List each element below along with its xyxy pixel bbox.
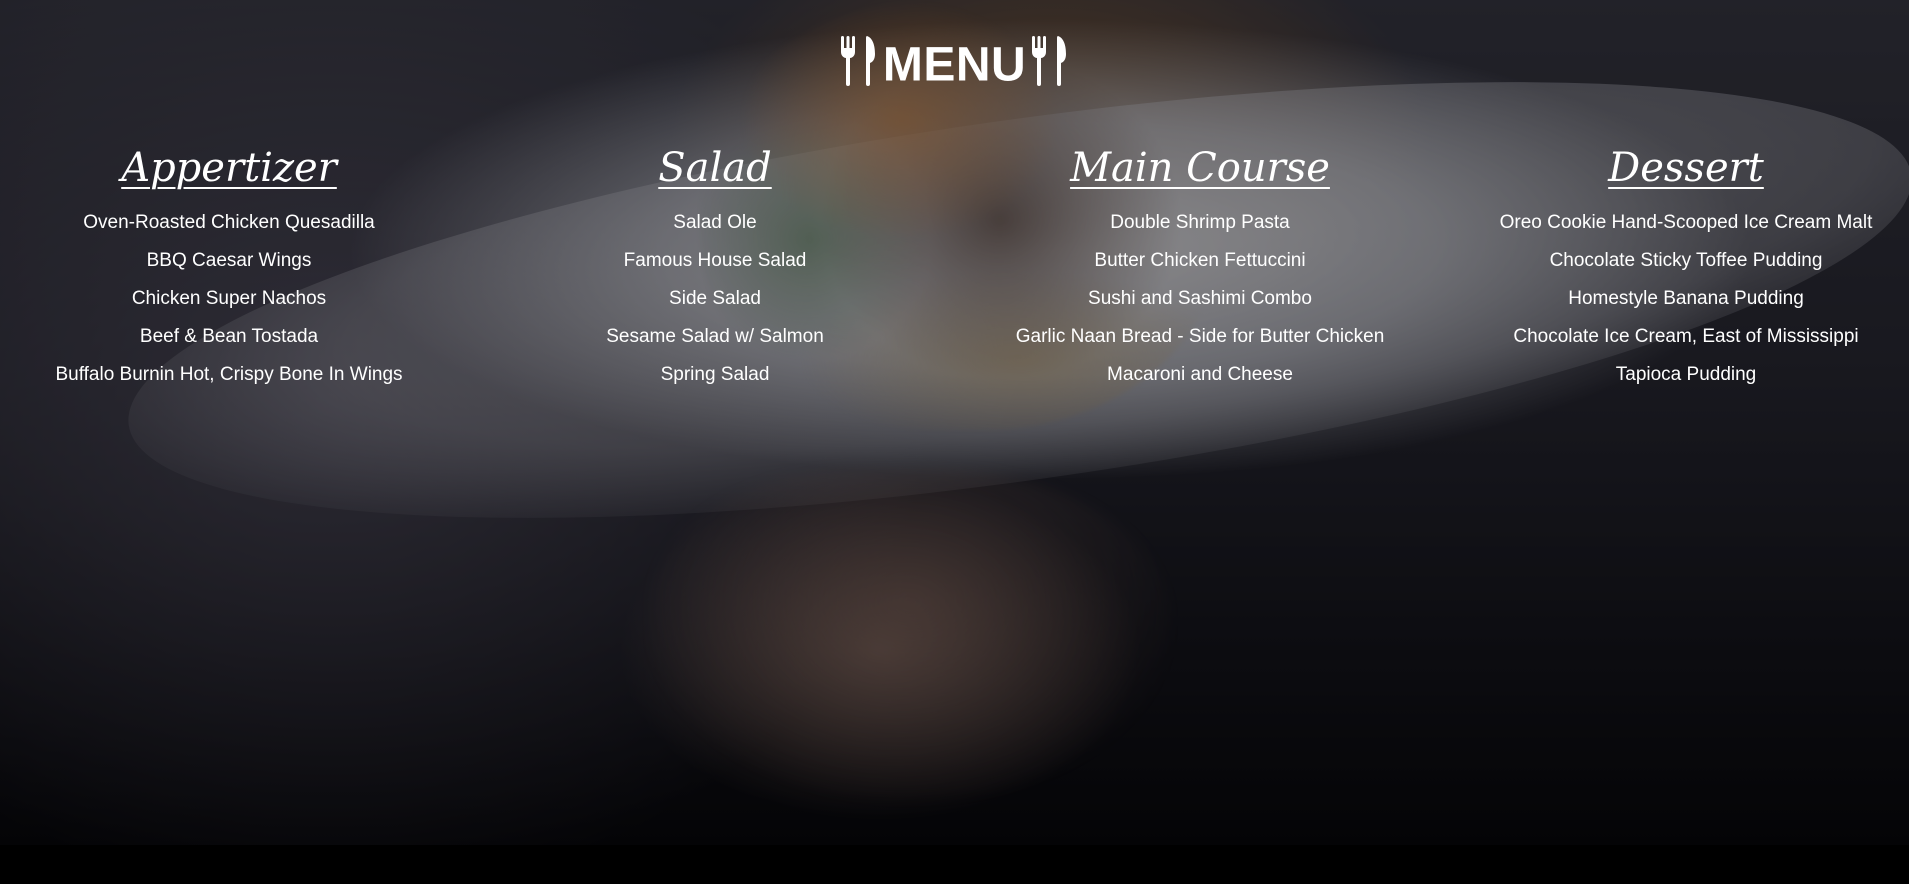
menu-content: MENU Appertizer Oven-Roasted Chicken Que…: [0, 0, 1909, 845]
menu-item: BBQ Caesar Wings: [146, 250, 312, 271]
section-heading: Main Course: [1070, 145, 1330, 191]
menu-item: Chocolate Ice Cream, East of Mississippi: [1513, 326, 1859, 347]
menu-item-list: Salad Ole Famous House Salad Side Salad …: [500, 204, 930, 394]
menu-item: Chocolate Sticky Toffee Pudding: [1549, 250, 1823, 271]
section-heading: Salad: [658, 145, 772, 191]
section-dessert: Dessert Oreo Cookie Hand-Scooped Ice Cre…: [1471, 140, 1901, 394]
section-main-course: Main Course Double Shrimp Pasta Butter C…: [985, 140, 1415, 394]
menu-item: Garlic Naan Bread - Side for Butter Chic…: [1015, 326, 1385, 347]
menu-item-list: Double Shrimp Pasta Butter Chicken Fettu…: [985, 204, 1415, 394]
menu-title-text: MENU: [882, 38, 1027, 92]
menu-item: Sesame Salad w/ Salmon: [606, 326, 824, 347]
menu-item: Beef & Bean Tostada: [139, 326, 319, 347]
menu-item: Tapioca Pudding: [1615, 364, 1757, 385]
menu-item: Oreo Cookie Hand-Scooped Ice Cream Malt: [1499, 212, 1873, 233]
menu-item: Homestyle Banana Pudding: [1568, 288, 1804, 309]
section-salad: Salad Salad Ole Famous House Salad Side …: [500, 140, 930, 394]
menu-item: Oven-Roasted Chicken Quesadilla: [83, 212, 375, 233]
bottom-bar: [0, 845, 1909, 884]
menu-item: Macaroni and Cheese: [1107, 364, 1293, 385]
menu-item: Salad Ole: [673, 212, 757, 233]
menu-item-list: Oreo Cookie Hand-Scooped Ice Cream Malt …: [1471, 204, 1901, 394]
menu-item: Buffalo Burnin Hot, Crispy Bone In Wings: [55, 364, 403, 385]
section-heading: Appertizer: [121, 145, 337, 191]
menu-item: Butter Chicken Fettuccini: [1094, 250, 1306, 271]
menu-item: Sushi and Sashimi Combo: [1088, 288, 1312, 309]
menu-item: Spring Salad: [660, 364, 770, 385]
menu-item: Side Salad: [669, 288, 761, 309]
menu-item: Chicken Super Nachos: [131, 288, 327, 309]
menu-title: MENU: [0, 30, 1909, 98]
menu-item: Famous House Salad: [623, 250, 807, 271]
menu-item-list: Oven-Roasted Chicken Quesadilla BBQ Caes…: [14, 204, 444, 394]
section-appetizer: Appertizer Oven-Roasted Chicken Quesadil…: [14, 140, 444, 394]
section-heading: Dessert: [1608, 145, 1764, 191]
menu-item: Double Shrimp Pasta: [1110, 212, 1290, 233]
fork-knife-icon: [1030, 36, 1070, 87]
fork-knife-icon: [839, 36, 879, 87]
